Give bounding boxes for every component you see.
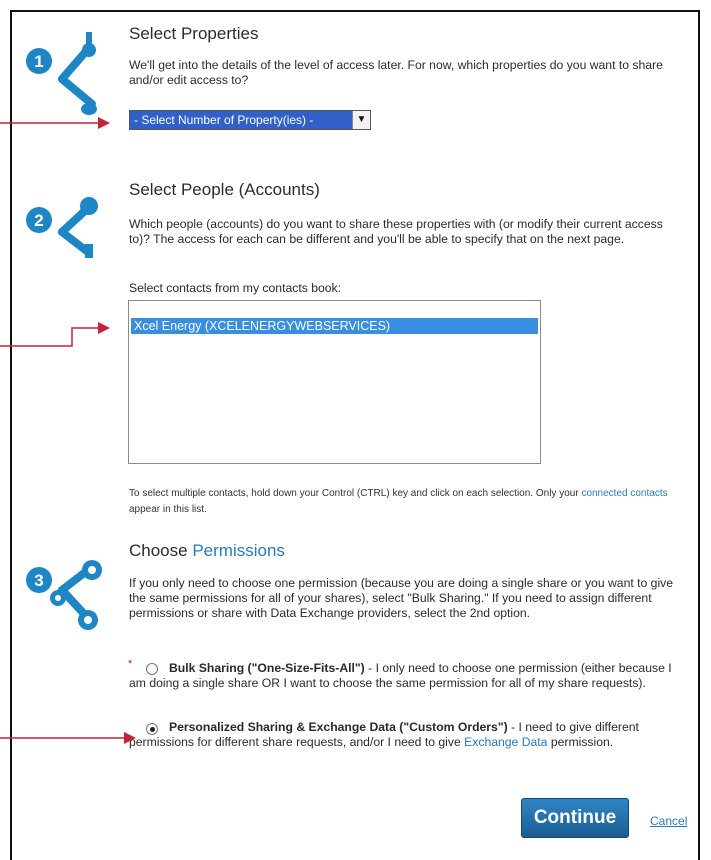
arrow-head-icon — [124, 732, 136, 744]
annotation-arrows — [0, 117, 136, 744]
arrow-head-icon — [98, 117, 110, 129]
arrow-head-icon — [98, 322, 110, 334]
